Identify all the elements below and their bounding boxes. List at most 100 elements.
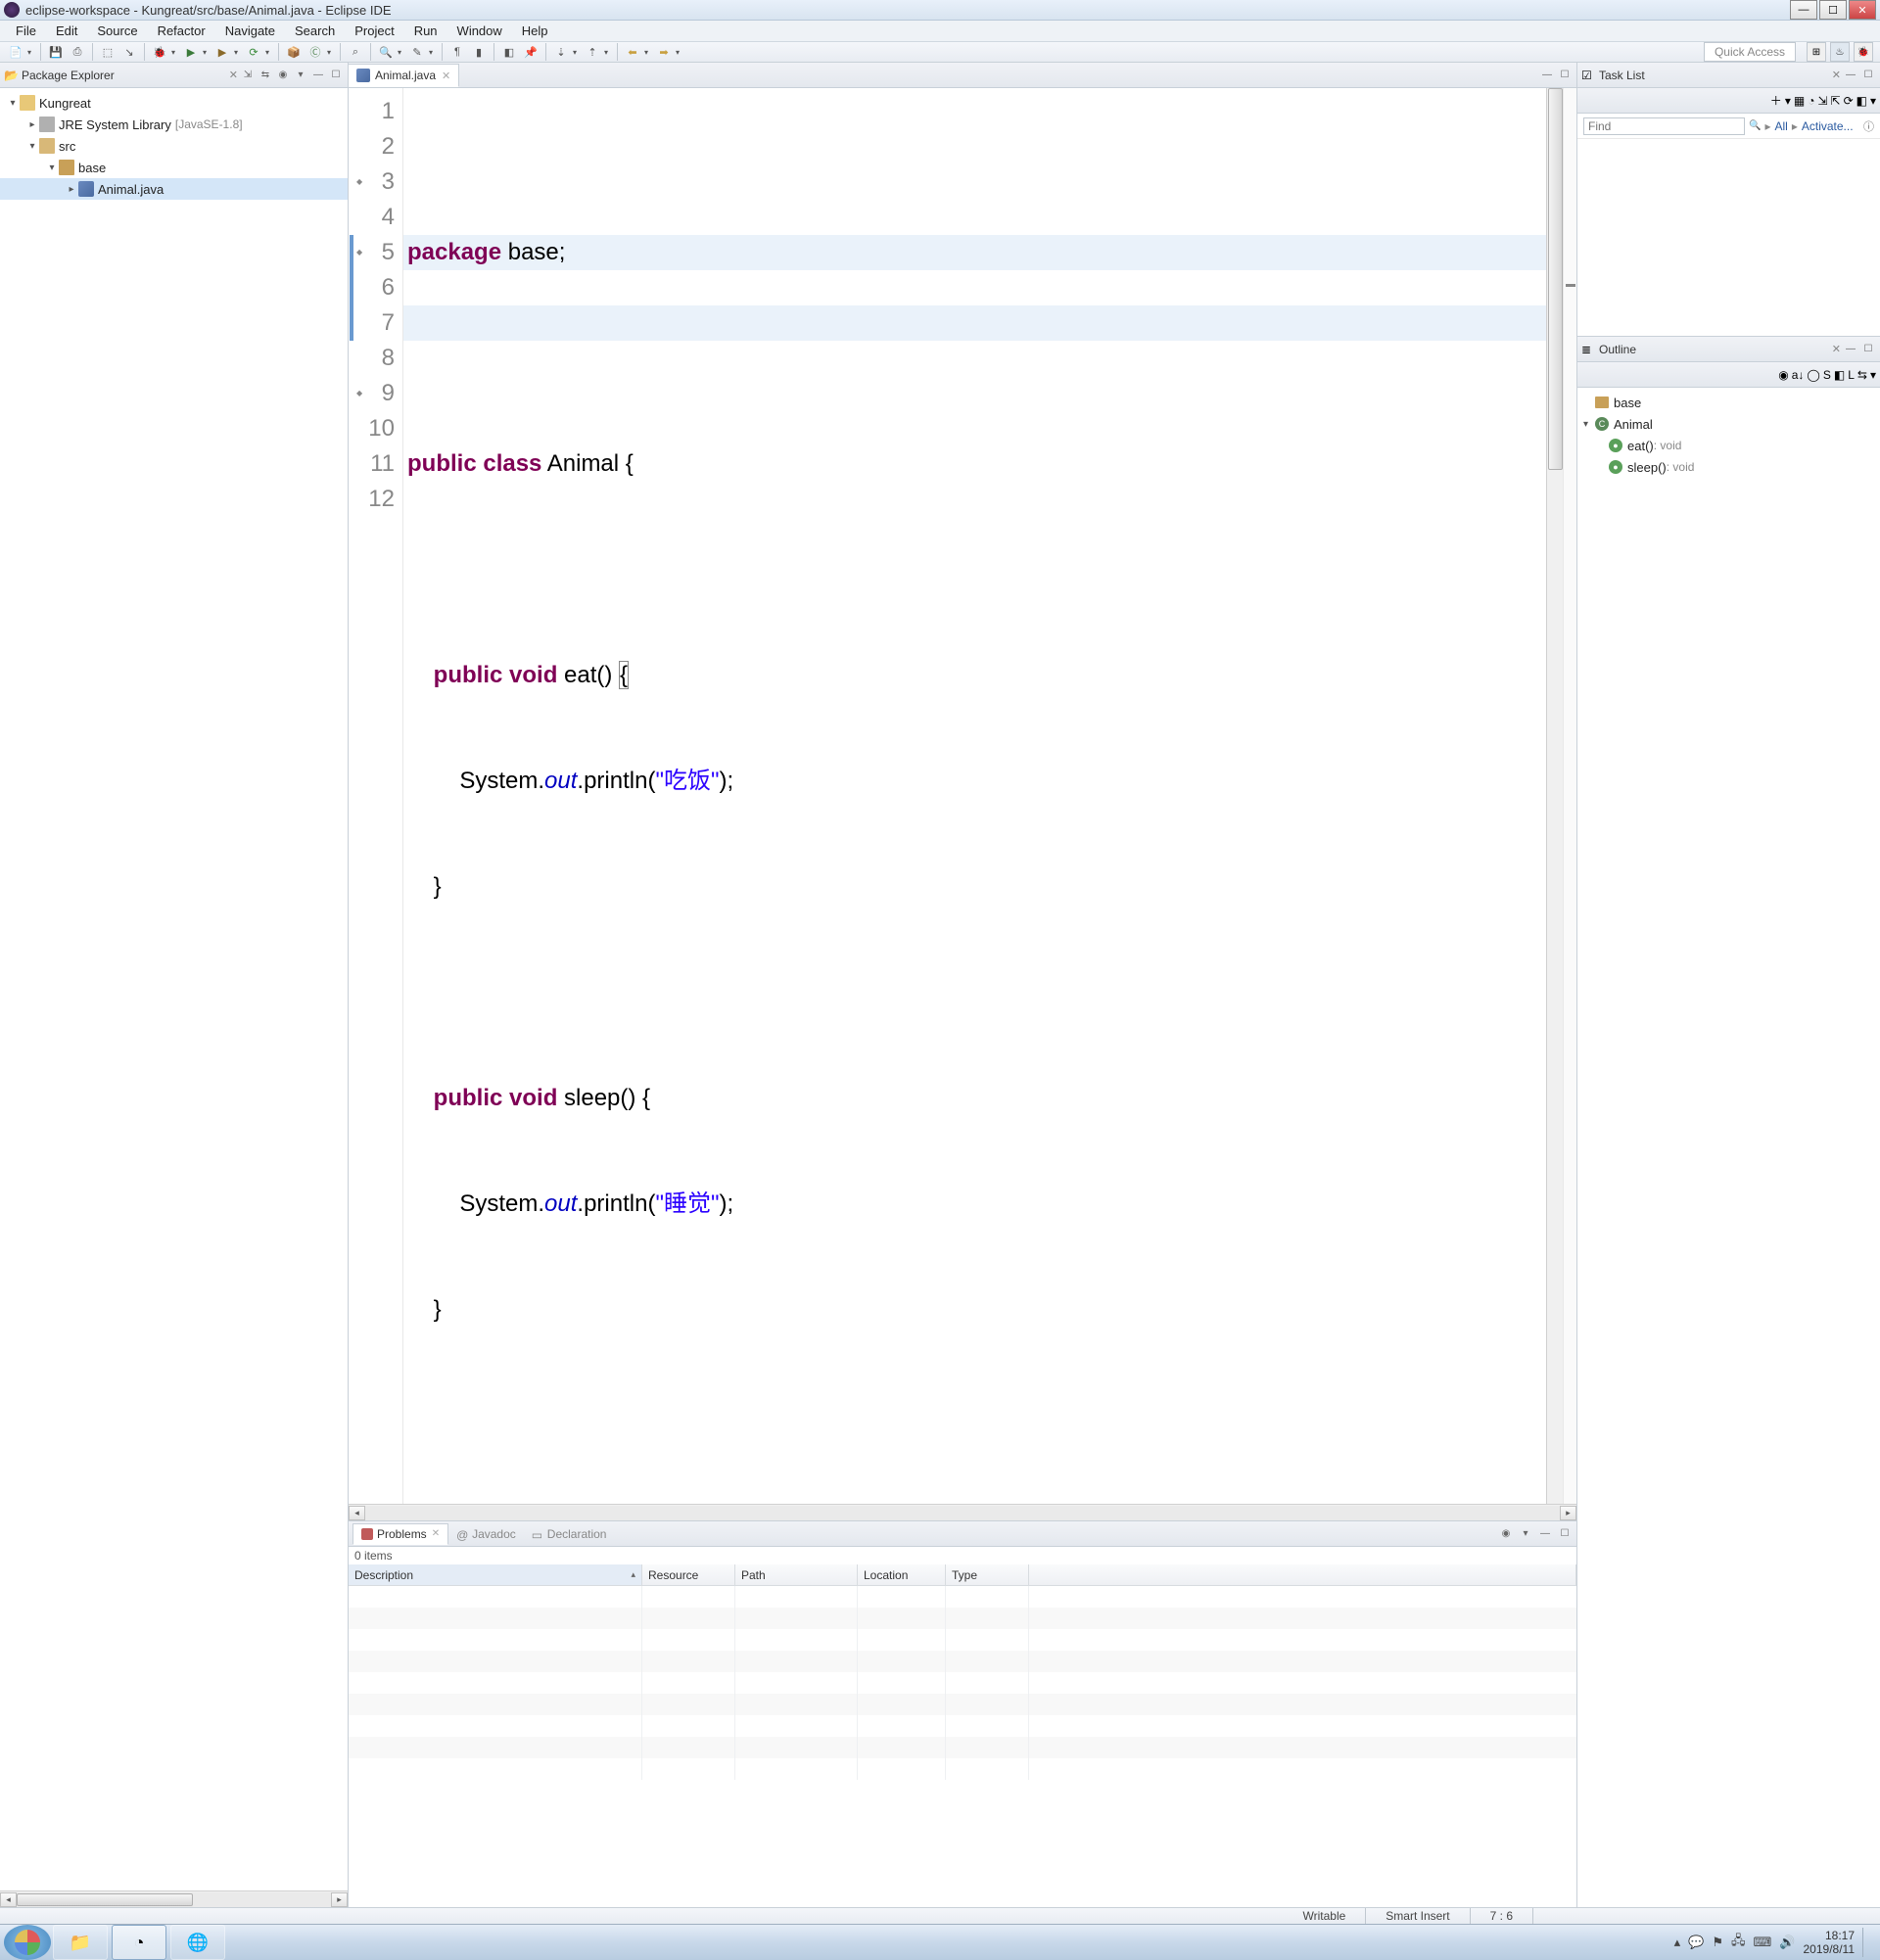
hide-fields-button[interactable]: ◯ bbox=[1807, 368, 1819, 382]
package-explorer-hscroll[interactable]: ◂ ▸ bbox=[0, 1890, 348, 1907]
scroll-left-button[interactable]: ◂ bbox=[0, 1892, 17, 1907]
menu-help[interactable]: Help bbox=[512, 21, 558, 41]
editor-tab-animal[interactable]: Animal.java ✕ bbox=[349, 64, 459, 87]
pin-button[interactable]: 📌 bbox=[521, 42, 540, 62]
save-all-button[interactable]: ⎙ bbox=[68, 42, 87, 62]
editor-hscroll[interactable]: ◂ ▸ bbox=[349, 1504, 1576, 1520]
tray-show-hidden-icon[interactable]: ▴ bbox=[1674, 1935, 1681, 1950]
task-find-input[interactable] bbox=[1583, 117, 1745, 135]
new-task-dropdown[interactable]: ▾ bbox=[1785, 94, 1791, 108]
annotation-dropdown[interactable]: ▾ bbox=[429, 48, 437, 57]
tray-input-icon[interactable]: ⌨ bbox=[1754, 1935, 1772, 1950]
save-button[interactable]: 💾 bbox=[46, 42, 66, 62]
scroll-left-button[interactable]: ◂ bbox=[349, 1506, 365, 1520]
tray-volume-icon[interactable]: 🔊 bbox=[1779, 1935, 1795, 1950]
col-location[interactable]: Location bbox=[858, 1564, 946, 1585]
hide-local-button[interactable]: L bbox=[1848, 368, 1855, 382]
menu-source[interactable]: Source bbox=[87, 21, 147, 41]
new-button[interactable]: 📄 bbox=[6, 42, 25, 62]
debug-perspective-button[interactable]: 🐞 bbox=[1854, 42, 1873, 62]
new-class-button[interactable]: Ⓒ bbox=[306, 42, 325, 62]
system-clock[interactable]: 18:17 2019/8/11 bbox=[1804, 1929, 1856, 1956]
minimize-view-button[interactable]: — bbox=[1843, 342, 1858, 357]
new-class-dropdown[interactable]: ▾ bbox=[327, 48, 335, 57]
java-perspective-button[interactable]: ♨ bbox=[1830, 42, 1850, 62]
debug-dropdown[interactable]: ▾ bbox=[171, 48, 179, 57]
src-node[interactable]: ▾ src bbox=[0, 135, 348, 157]
expand-icon[interactable]: ▸ bbox=[25, 119, 39, 130]
minimize-editor-button[interactable]: — bbox=[1539, 68, 1555, 83]
col-type[interactable]: Type bbox=[946, 1564, 1029, 1585]
toggle-breakpoint-button[interactable]: ⬚ bbox=[98, 42, 118, 62]
package-explorer-close[interactable]: ✕ bbox=[227, 69, 240, 81]
start-button[interactable] bbox=[4, 1925, 51, 1960]
search-icon[interactable]: 🔍 bbox=[1749, 120, 1761, 131]
minimize-view-button[interactable]: — bbox=[1537, 1526, 1553, 1542]
menu-refactor[interactable]: Refactor bbox=[148, 21, 215, 41]
skip-breakpoints-button[interactable]: ↘ bbox=[119, 42, 139, 62]
next-ann-dropdown[interactable]: ▾ bbox=[573, 48, 581, 57]
open-perspective-button[interactable]: ⊞ bbox=[1807, 42, 1826, 62]
link-editor-button[interactable]: ⇆ bbox=[1857, 368, 1867, 382]
annotation-button[interactable]: ✎ bbox=[407, 42, 427, 62]
open-type-button[interactable]: ⌕ bbox=[346, 42, 365, 62]
toggle-block-button[interactable]: ▮ bbox=[469, 42, 489, 62]
expand-icon[interactable]: ▾ bbox=[45, 163, 59, 173]
editor-vscroll[interactable] bbox=[1546, 88, 1563, 1504]
hide-button[interactable]: ◧ bbox=[1856, 94, 1867, 108]
code-text-area[interactable]: package base; public class Animal { publ… bbox=[403, 88, 1546, 1504]
focus-button[interactable]: ◉ bbox=[1498, 1526, 1514, 1542]
package-node[interactable]: ▾ base bbox=[0, 157, 348, 178]
prev-annotation-button[interactable]: ⇡ bbox=[583, 42, 602, 62]
tray-action-center-icon[interactable]: 💬 bbox=[1688, 1935, 1704, 1950]
outline-close[interactable]: ✕ bbox=[1830, 343, 1843, 355]
forward-button[interactable]: ➡ bbox=[654, 42, 674, 62]
menu-edit[interactable]: Edit bbox=[46, 21, 87, 41]
quick-access-field[interactable]: Quick Access bbox=[1704, 42, 1796, 62]
show-desktop-button[interactable] bbox=[1862, 1928, 1870, 1957]
outline-package[interactable]: base bbox=[1577, 392, 1880, 413]
problems-table[interactable]: Description Resource Path Location Type bbox=[349, 1564, 1576, 1907]
search-dropdown[interactable]: ▾ bbox=[398, 48, 405, 57]
tab-problems-close[interactable]: ✕ bbox=[432, 1528, 440, 1539]
schedule-button[interactable]: ◔ bbox=[1808, 94, 1814, 108]
focus-workweek-button[interactable]: ⇲ bbox=[1817, 94, 1827, 108]
forward-dropdown[interactable]: ▾ bbox=[676, 48, 683, 57]
close-button[interactable]: ✕ bbox=[1849, 0, 1876, 20]
view-menu-button[interactable]: ▾ bbox=[1870, 94, 1876, 108]
taskbar-chrome[interactable]: 🌐 bbox=[170, 1925, 225, 1960]
link-editor-button[interactable]: ⇆ bbox=[258, 68, 273, 83]
menu-navigate[interactable]: Navigate bbox=[215, 21, 285, 41]
scroll-thumb[interactable] bbox=[17, 1893, 193, 1906]
outline-class[interactable]: ▾ C Animal bbox=[1577, 413, 1880, 435]
scroll-right-button[interactable]: ▸ bbox=[331, 1892, 348, 1907]
synchronize-button[interactable]: ⟳ bbox=[1844, 94, 1854, 108]
coverage-dropdown[interactable]: ▾ bbox=[234, 48, 242, 57]
run-last-dropdown[interactable]: ▾ bbox=[265, 48, 273, 57]
menu-file[interactable]: File bbox=[6, 21, 46, 41]
line-number-gutter[interactable]: 1 2 3 4 5 6 7 8 9 10 11 12 bbox=[354, 88, 403, 1504]
expand-icon[interactable]: ▾ bbox=[6, 98, 20, 109]
scroll-right-button[interactable]: ▸ bbox=[1560, 1506, 1576, 1520]
package-explorer-tree[interactable]: ▾ Kungreat ▸ JRE System Library [JavaSE-… bbox=[0, 88, 348, 1890]
jre-node[interactable]: ▸ JRE System Library [JavaSE-1.8] bbox=[0, 114, 348, 135]
maximize-button[interactable]: ☐ bbox=[1819, 0, 1847, 20]
col-path[interactable]: Path bbox=[735, 1564, 858, 1585]
tray-network-icon[interactable]: 🖧 bbox=[1731, 1932, 1746, 1953]
tab-javadoc[interactable]: @ Javadoc bbox=[448, 1523, 524, 1545]
task-list-close[interactable]: ✕ bbox=[1830, 69, 1843, 81]
view-menu-button[interactable]: ▾ bbox=[1518, 1526, 1533, 1542]
tray-flag-icon[interactable]: ⚑ bbox=[1712, 1935, 1723, 1950]
minimize-view-button[interactable]: — bbox=[1843, 68, 1858, 83]
search-button[interactable]: 🔍 bbox=[376, 42, 396, 62]
next-annotation-button[interactable]: ⇣ bbox=[551, 42, 571, 62]
prev-ann-dropdown[interactable]: ▾ bbox=[604, 48, 612, 57]
new-package-button[interactable]: 📦 bbox=[284, 42, 304, 62]
tab-problems[interactable]: Problems ✕ bbox=[352, 1523, 448, 1545]
expand-icon[interactable]: ▾ bbox=[25, 141, 39, 152]
taskbar-explorer[interactable]: 📁 bbox=[53, 1925, 108, 1960]
filter-all-link[interactable]: All bbox=[1774, 119, 1787, 133]
coverage-button[interactable]: ▶ bbox=[212, 42, 232, 62]
run-dropdown[interactable]: ▾ bbox=[203, 48, 211, 57]
minimize-button[interactable]: — bbox=[1790, 0, 1817, 20]
